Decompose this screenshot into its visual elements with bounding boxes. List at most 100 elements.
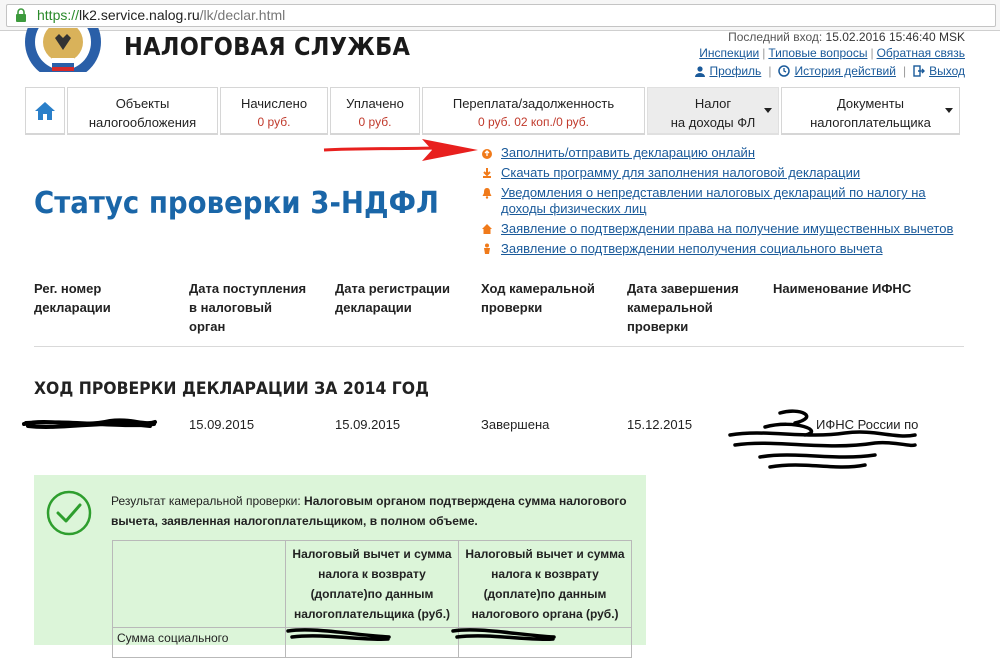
- header-text: Дата завершения: [627, 281, 739, 296]
- user-links: Профиль | История действий | Выход: [694, 64, 965, 78]
- last-login-value: 15.02.2016 15:46:40 MSK: [825, 30, 965, 44]
- header-text: Наименование ИФНС: [773, 281, 912, 296]
- social-deduction-application-link[interactable]: Заявление о подтверждении неполучения со…: [501, 241, 883, 256]
- url-input[interactable]: https://lk2.service.nalog.ru/lk/declar.h…: [6, 4, 996, 27]
- browser-address-bar: https://lk2.service.nalog.ru/lk/declar.h…: [0, 0, 1000, 31]
- row-label: Сумма социального: [112, 627, 286, 658]
- top-links: Инспекции | Типовые вопросы | Обратная связь: [699, 46, 965, 60]
- download-icon: [483, 168, 491, 178]
- lock-icon: [16, 8, 26, 22]
- header-text: (доплате)по данным: [483, 587, 607, 601]
- faq-link[interactable]: Типовые вопросы: [768, 46, 867, 60]
- separator: |: [762, 46, 766, 60]
- red-arrow-annotation: [323, 139, 478, 161]
- tab-label: Начислено: [240, 96, 308, 111]
- tab-label: Объекты: [115, 96, 170, 111]
- chevron-down-icon: [945, 108, 953, 113]
- header-text: налогоплательщика (руб.): [293, 607, 451, 621]
- tab-amount: 0 руб. 02 коп./0 руб.: [477, 115, 590, 129]
- header-text: проверки: [481, 300, 543, 315]
- tab-paid[interactable]: Уплачено 0 руб.: [330, 87, 420, 135]
- inspections-link[interactable]: Инспекции: [699, 46, 759, 60]
- received-date-cell: 15.09.2015: [189, 417, 255, 432]
- tab-label: Переплата/задолженность: [452, 96, 615, 111]
- menu-item-notifications: Уведомления о непредставлении налоговых …: [481, 185, 953, 217]
- header-text: (доплате)по данным: [310, 587, 434, 601]
- link-text-line2: доходы физических лиц: [501, 201, 647, 216]
- ndfl-actions-menu: Заполнить/отправить декларацию онлайн Ск…: [481, 145, 953, 261]
- status-cell: Завершена: [481, 417, 550, 432]
- header-text: Рег. номер: [34, 281, 102, 296]
- registration-date-cell: 15.09.2015: [335, 417, 401, 432]
- tax-authority-data-header: Налоговый вычет и сумма налога к возврат…: [458, 540, 632, 628]
- link-text-line1: Уведомления о непредставлении налоговых …: [501, 185, 926, 200]
- empty-header-cell: [112, 540, 286, 628]
- cloud-upload-icon: [482, 149, 492, 159]
- logout-link[interactable]: Выход: [929, 64, 965, 78]
- house-icon: [482, 224, 492, 234]
- chevron-down-icon: [764, 108, 772, 113]
- menu-item-property-deduction: Заявление о подтверждении права на получ…: [481, 221, 953, 237]
- tab-personal-income-tax[interactable]: Налог на доходы ФЛ: [647, 87, 779, 135]
- last-login: Последний вход: 15.02.2016 15:46:40 MSK: [728, 30, 965, 44]
- tab-amount: 0 руб.: [358, 115, 392, 129]
- feedback-link[interactable]: Обратная связь: [877, 46, 965, 60]
- audit-result-text: Результат камеральной проверки: Налоговы…: [111, 491, 631, 531]
- tab-sublabel: на доходы ФЛ: [670, 115, 756, 130]
- bell-icon: [482, 188, 492, 199]
- person-icon: [484, 243, 490, 254]
- download-program-link[interactable]: Скачать программу для заполнения налогов…: [501, 165, 860, 180]
- header-text: Налоговый вычет и сумма: [465, 547, 625, 561]
- main-nav: Объекты налогообложения Начислено 0 руб.…: [25, 87, 962, 135]
- completion-date-cell: 15.12.2015: [627, 417, 693, 432]
- logout-icon: [913, 65, 926, 77]
- redaction-scribble: [728, 409, 917, 469]
- section-title: ХОД ПРОВЕРКИ ДЕКЛАРАЦИИ ЗА 2014 ГОД: [34, 379, 429, 399]
- tab-taxable-objects[interactable]: Объекты налогообложения: [67, 87, 218, 135]
- last-login-label: Последний вход:: [728, 30, 823, 44]
- fns-logo[interactable]: [22, 28, 104, 72]
- col-registration-date: Дата регистрации декларации: [335, 279, 470, 317]
- header-text: орган: [189, 319, 226, 334]
- redaction-scribble: [22, 418, 157, 429]
- col-reg-number: Рег. номер декларации: [34, 279, 169, 317]
- tab-label: Налог: [694, 96, 732, 111]
- fill-declaration-online-link[interactable]: Заполнить/отправить декларацию онлайн: [501, 145, 755, 160]
- result-prefix: Результат камеральной проверки:: [111, 494, 301, 508]
- history-icon: [778, 65, 791, 77]
- non-submission-notices-link[interactable]: Уведомления о непредставлении налоговых …: [501, 185, 926, 216]
- header-text: Налоговый вычет и сумма: [292, 547, 452, 561]
- header-text: декларации: [335, 300, 412, 315]
- menu-item-social-deduction: Заявление о подтверждении неполучения со…: [481, 241, 953, 257]
- fns-emblem-icon: [25, 28, 101, 72]
- header-text: Дата поступления: [189, 281, 307, 296]
- tab-overpayment-debt[interactable]: Переплата/задолженность 0 руб. 02 коп./0…: [422, 87, 645, 135]
- url-protocol: https://: [37, 7, 80, 23]
- profile-link[interactable]: Профиль: [710, 64, 762, 78]
- tab-amount: 0 руб.: [257, 115, 291, 129]
- separator: |: [870, 46, 874, 60]
- brand-title: НАЛОГОВАЯ СЛУЖБА: [124, 32, 411, 61]
- url-host: lk2.service.nalog.ru: [79, 7, 200, 23]
- property-deduction-application-link[interactable]: Заявление о подтверждении права на получ…: [501, 221, 953, 236]
- col-audit-progress: Ход камеральной проверки: [481, 279, 616, 317]
- header-text: налога к возврату: [491, 567, 599, 581]
- header-text: Ход камеральной: [481, 281, 595, 296]
- history-link[interactable]: История действий: [794, 64, 896, 78]
- header-text: декларации: [34, 300, 111, 315]
- tab-home[interactable]: [25, 87, 65, 135]
- header-text: в налоговый: [189, 300, 272, 315]
- tab-charged[interactable]: Начислено 0 руб.: [220, 87, 328, 135]
- header-text: налогового органа (руб.): [471, 607, 619, 621]
- home-icon: [35, 102, 55, 120]
- redaction-scribble: [286, 628, 391, 642]
- url-text: https://lk2.service.nalog.ru/lk/declar.h…: [37, 7, 285, 23]
- header-text: проверки: [627, 319, 689, 334]
- menu-item-download-program: Скачать программу для заполнения налогов…: [481, 165, 953, 181]
- separator: |: [768, 64, 772, 78]
- profile-icon: [694, 66, 705, 77]
- header-text: Дата регистрации: [335, 281, 451, 296]
- taxpayer-data-header: Налоговый вычет и сумма налога к возврат…: [285, 540, 459, 628]
- tab-taxpayer-documents[interactable]: Документы налогоплательщика: [781, 87, 960, 135]
- redaction-scribble: [451, 628, 556, 642]
